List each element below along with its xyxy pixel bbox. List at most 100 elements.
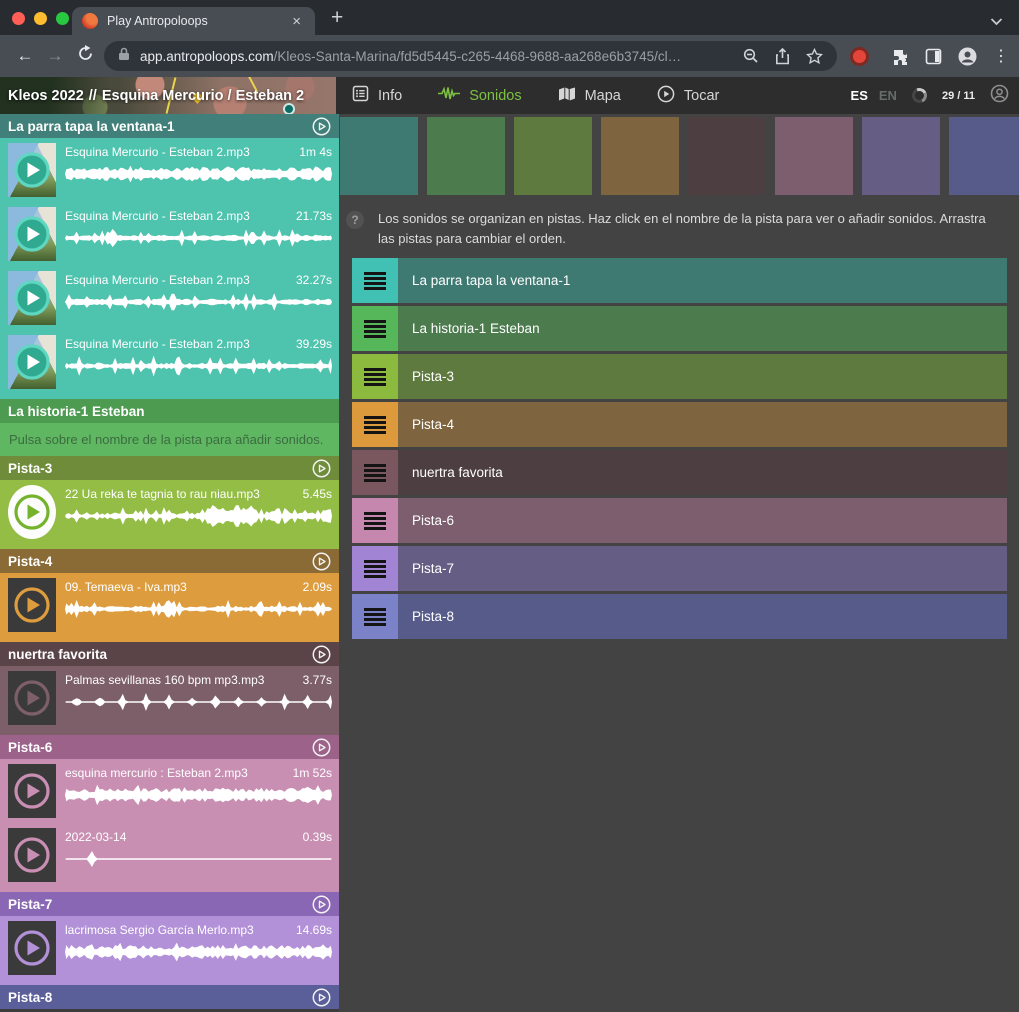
track-color-swatch[interactable] <box>514 117 592 195</box>
lock-icon[interactable] <box>118 47 130 66</box>
window-minimize-button[interactable] <box>34 12 47 25</box>
track-header[interactable]: Pista-7 <box>0 892 339 916</box>
audio-clip[interactable]: Esquina Mercurio - Esteban 2.mp3 21.73s <box>0 202 339 266</box>
track-row[interactable]: La parra tapa la ventana-1 <box>352 258 1007 303</box>
track-row-bar[interactable]: Pista-7 <box>398 546 1007 591</box>
track-row[interactable]: Pista-4 <box>352 402 1007 447</box>
track-header[interactable]: nuertra favorita <box>0 642 339 666</box>
drag-handle[interactable] <box>352 306 398 351</box>
url-bar[interactable]: app.antropoloops.com/Kleos-Santa-Marina/… <box>104 41 837 71</box>
track-row-bar[interactable]: Pista-8 <box>398 594 1007 639</box>
track-header[interactable]: Pista-4 <box>0 549 339 573</box>
side-panel-icon[interactable] <box>925 48 942 65</box>
audio-clip[interactable]: lacrimosa Sergio García Merlo.mp3 14.69s <box>0 916 339 980</box>
track-color-swatch[interactable] <box>775 117 853 195</box>
clip-play-icon[interactable] <box>13 929 51 967</box>
audio-clip[interactable]: Esquina Mercurio - Esteban 2.mp3 32.27s <box>0 266 339 330</box>
back-button[interactable]: ← <box>10 46 40 66</box>
track-play-button[interactable] <box>312 988 331 1007</box>
tab-search-chevron-icon[interactable] <box>990 13 1003 31</box>
clip-play-icon[interactable] <box>13 151 51 189</box>
audio-clip[interactable]: esquina mercurio : Esteban 2.mp3 1m 52s <box>0 759 339 823</box>
clip-play-icon[interactable] <box>13 343 51 381</box>
track-row-bar[interactable]: nuertra favorita <box>398 450 1007 495</box>
track-header[interactable]: Pista-8 <box>0 985 339 1009</box>
account-icon[interactable] <box>990 84 1009 108</box>
clip-play-icon[interactable] <box>13 493 51 531</box>
window-maximize-button[interactable] <box>56 12 69 25</box>
clip-thumbnail[interactable] <box>8 335 56 389</box>
share-icon[interactable] <box>775 48 790 65</box>
new-tab-button[interactable]: + <box>331 6 343 30</box>
record-extension-icon[interactable] <box>853 50 866 63</box>
track-header[interactable]: Pista-3 <box>0 456 339 480</box>
bookmark-star-icon[interactable] <box>806 48 823 65</box>
track-play-button[interactable] <box>312 117 331 136</box>
audio-clip[interactable]: 09. Temaeva - Iva.mp3 2.09s <box>0 573 339 637</box>
clip-thumbnail[interactable] <box>8 207 56 261</box>
clip-thumbnail[interactable] <box>8 485 56 539</box>
nav-tab-tocar[interactable]: Tocar <box>657 85 719 107</box>
track-play-button[interactable] <box>312 459 331 478</box>
track-row-bar[interactable]: Pista-3 <box>398 354 1007 399</box>
track-row-bar[interactable]: La parra tapa la ventana-1 <box>398 258 1007 303</box>
clip-play-icon[interactable] <box>13 279 51 317</box>
tab-close-icon[interactable]: × <box>288 12 305 31</box>
track-color-swatch[interactable] <box>427 117 505 195</box>
audio-clip[interactable]: Esquina Mercurio - Esteban 2.mp3 39.29s <box>0 330 339 394</box>
track-color-swatch[interactable] <box>340 117 418 195</box>
track-header[interactable]: Pista-6 <box>0 735 339 759</box>
audio-clip[interactable]: Esquina Mercurio - Esteban 2.mp3 1m 4s <box>0 138 339 202</box>
nav-tab-sonidos[interactable]: Sonidos <box>438 85 521 107</box>
track-header[interactable]: La parra tapa la ventana-1 <box>0 114 339 138</box>
track-color-swatch[interactable] <box>601 117 679 195</box>
track-row-bar[interactable]: Pista-6 <box>398 498 1007 543</box>
clip-play-icon[interactable] <box>13 836 51 874</box>
audio-clip[interactable]: Palmas sevillanas 160 bpm mp3.mp3 3.77s <box>0 666 339 730</box>
drag-handle[interactable] <box>352 258 398 303</box>
forward-button[interactable]: → <box>40 46 70 66</box>
audio-clip[interactable]: 2022-03-14 0.39s <box>0 823 339 887</box>
track-play-button[interactable] <box>312 738 331 757</box>
nav-tab-mapa[interactable]: Mapa <box>558 85 621 107</box>
profile-avatar-icon[interactable] <box>958 47 977 66</box>
audio-clip[interactable]: 22 Ua reka te tagnia to rau niau.mp3 5.4… <box>0 480 339 544</box>
track-row[interactable]: nuertra favorita <box>352 450 1007 495</box>
track-row-bar[interactable]: Pista-4 <box>398 402 1007 447</box>
track-row-bar[interactable]: La historia-1 Esteban <box>398 306 1007 351</box>
track-color-swatch[interactable] <box>688 117 766 195</box>
track-row[interactable]: Pista-7 <box>352 546 1007 591</box>
clip-thumbnail[interactable] <box>8 143 56 197</box>
drag-handle[interactable] <box>352 594 398 639</box>
track-row[interactable]: Pista-3 <box>352 354 1007 399</box>
clip-thumbnail[interactable] <box>8 921 56 975</box>
track-row[interactable]: Pista-8 <box>352 594 1007 639</box>
drag-handle[interactable] <box>352 546 398 591</box>
track-row[interactable]: La historia-1 Esteban <box>352 306 1007 351</box>
drag-handle[interactable] <box>352 354 398 399</box>
clip-thumbnail[interactable] <box>8 764 56 818</box>
clip-play-icon[interactable] <box>13 772 51 810</box>
zoom-icon[interactable] <box>743 48 759 64</box>
extensions-puzzle-icon[interactable] <box>892 48 909 65</box>
clip-thumbnail[interactable] <box>8 578 56 632</box>
track-play-button[interactable] <box>312 895 331 914</box>
track-header[interactable]: La historia-1 Esteban <box>0 399 339 423</box>
clip-thumbnail[interactable] <box>8 271 56 325</box>
clip-thumbnail[interactable] <box>8 828 56 882</box>
track-color-swatch[interactable] <box>949 117 1019 195</box>
reload-button[interactable] <box>70 45 100 67</box>
clip-play-icon[interactable] <box>13 586 51 624</box>
clip-thumbnail[interactable] <box>8 671 56 725</box>
drag-handle[interactable] <box>352 450 398 495</box>
track-play-button[interactable] <box>312 645 331 664</box>
clip-play-icon[interactable] <box>13 215 51 253</box>
language-es[interactable]: ES <box>851 88 868 103</box>
browser-menu-icon[interactable]: ⋮ <box>993 46 1009 66</box>
drag-handle[interactable] <box>352 498 398 543</box>
clip-play-icon[interactable] <box>13 679 51 717</box>
nav-tab-info[interactable]: Info <box>352 85 402 107</box>
track-row[interactable]: Pista-6 <box>352 498 1007 543</box>
window-close-button[interactable] <box>12 12 25 25</box>
browser-tab[interactable]: Play Antropoloops × <box>72 7 315 35</box>
